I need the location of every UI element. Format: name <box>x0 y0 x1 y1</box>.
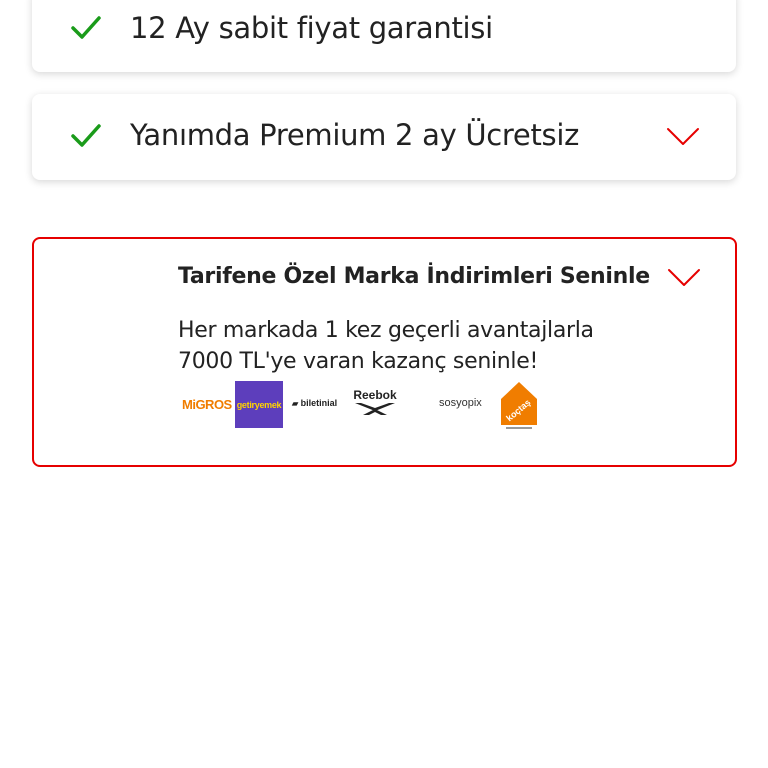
feature-label: Yanımda Premium 2 ay Ücretsiz <box>130 118 580 152</box>
getiryemek-logo: getiryemek <box>235 381 283 428</box>
check-icon <box>71 124 101 147</box>
biletinial-logo: ▰ biletinial <box>292 398 337 408</box>
reebok-logo: Reebok <box>349 389 401 419</box>
koctas-house-icon: koçtaş <box>501 382 537 429</box>
promo-description: Her markada 1 kez geçerli avantajlarla 7… <box>178 315 638 377</box>
feature-card-premium[interactable]: Yanımda Premium 2 ay Ücretsiz <box>32 94 736 180</box>
migros-logo: MiGROS <box>182 397 232 412</box>
chevron-down-icon[interactable] <box>666 127 700 147</box>
sosyopix-logo: sosyopix <box>439 397 482 409</box>
promo-title: Tarifene Özel Marka İndirimleri Seninle <box>178 264 650 289</box>
reebok-delta-icon <box>355 403 395 415</box>
page: 12 Ay sabit fiyat garantisi Yanımda Prem… <box>0 0 768 768</box>
chevron-down-icon[interactable] <box>667 268 701 288</box>
brand-logos: MiGROS getiryemek ▰ biletinial Reebok so… <box>178 381 538 431</box>
promo-description-line: 7000 TL'ye varan kazanç seninle! <box>178 349 538 374</box>
check-icon <box>71 16 101 39</box>
promo-description-line: Her markada 1 kez geçerli avantajlarla <box>178 318 594 343</box>
feature-label: 12 Ay sabit fiyat garantisi <box>130 11 493 45</box>
ticket-icon: ▰ <box>292 399 299 408</box>
biletinial-logo-text: biletinial <box>300 398 338 408</box>
feature-card-price-guarantee: 12 Ay sabit fiyat garantisi <box>32 0 736 72</box>
koctas-logo: koçtaş <box>500 381 538 431</box>
brand-discounts-card[interactable]: Tarifene Özel Marka İndirimleri Seninle … <box>32 237 737 467</box>
getiryemek-logo-text: getiryemek <box>236 399 282 410</box>
reebok-logo-text: Reebok <box>353 388 397 402</box>
